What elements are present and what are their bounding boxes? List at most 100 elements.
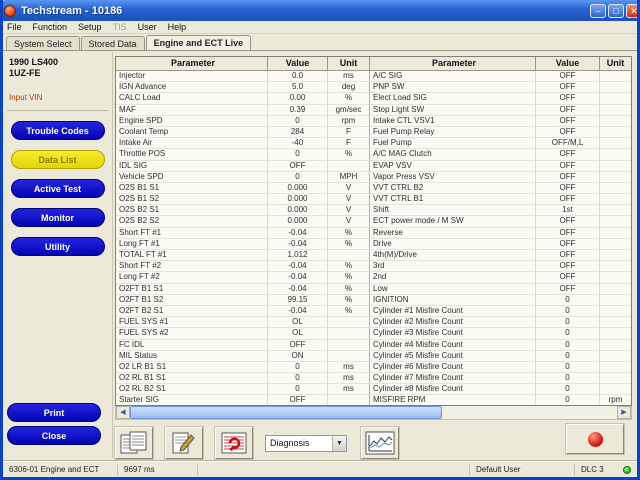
scroll-left-icon[interactable]: ◀ [116, 406, 130, 419]
param-cell: Drive [370, 239, 536, 250]
status-spacer [198, 464, 470, 476]
unit-cell [600, 194, 631, 205]
graph-view-button[interactable] [361, 427, 399, 459]
report-button[interactable] [165, 427, 203, 459]
unit-cell: % [328, 228, 370, 239]
unit-cell: ms [328, 373, 370, 384]
value-cell: OFF [536, 149, 600, 160]
input-vin-link[interactable]: Input VIN [9, 93, 112, 102]
menu-item-tis[interactable]: TIS [113, 22, 127, 32]
print-button[interactable]: Print [7, 403, 101, 422]
horizontal-scrollbar[interactable]: ◀ ▶ [115, 406, 632, 420]
data-list-view-button[interactable] [115, 427, 153, 459]
table-header: Parameter Value Unit Parameter Value Uni… [116, 57, 631, 71]
sidebar-item-data-list[interactable]: Data List [11, 150, 105, 169]
table-row[interactable]: Short FT #1-0.04%ReverseOFF [116, 228, 631, 239]
table-row[interactable]: O2 RL B2 S10msCylinder #8 Misfire Count0 [116, 384, 631, 395]
param-cell: Stop Light SW [370, 105, 536, 116]
table-row[interactable]: O2FT B1 S299.15%IGNITION0 [116, 295, 631, 306]
table-row[interactable]: O2S B1 S20.000VVVT CTRL B1OFF [116, 194, 631, 205]
table-row[interactable]: O2S B2 S10.000VShift1st [116, 205, 631, 216]
menu-item-function[interactable]: Function [33, 22, 68, 32]
param-cell: Reverse [370, 228, 536, 239]
param-cell: Intake CTL VSV1 [370, 116, 536, 127]
table-row[interactable]: O2FT B1 S1-0.04%LowOFF [116, 284, 631, 295]
table-row[interactable]: O2S B1 S10.000VVVT CTRL B2OFF [116, 183, 631, 194]
menu-item-setup[interactable]: Setup [78, 22, 102, 32]
table-row[interactable]: O2S B2 S20.000VECT power mode / M SWOFF [116, 216, 631, 227]
menu-item-help[interactable]: Help [168, 22, 187, 32]
param-cell: IGNITION [370, 295, 536, 306]
table-row[interactable]: Engine SPD0rpmIntake CTL VSV1OFF [116, 116, 631, 127]
unit-cell [600, 306, 631, 317]
tab-system-select[interactable]: System Select [6, 36, 80, 50]
table-row[interactable]: O2 RL B1 S10msCylinder #7 Misfire Count0 [116, 373, 631, 384]
sidebar-item-active-test[interactable]: Active Test [11, 179, 105, 198]
param-cell: Cylinder #3 Misfire Count [370, 328, 536, 339]
param-cell: O2FT B2 S1 [116, 306, 268, 317]
table-row[interactable]: Coolant Temp284FFuel Pump RelayOFF [116, 127, 631, 138]
table-row[interactable]: Vehicle SPD0MPHVapor Press VSVOFF [116, 172, 631, 183]
table-row[interactable]: FUEL SYS #2OLCylinder #3 Misfire Count0 [116, 328, 631, 339]
maximize-icon[interactable]: □ [608, 4, 624, 18]
table-row[interactable]: Long FT #2-0.04%2ndOFF [116, 272, 631, 283]
param-cell: TOTAL FT #1 [116, 250, 268, 261]
header-unit-left: Unit [328, 57, 370, 70]
sidebar-item-trouble-codes[interactable]: Trouble Codes [11, 121, 105, 140]
snapshot-button[interactable] [215, 427, 253, 459]
refresh-list-icon [220, 431, 248, 455]
tab-stored-data[interactable]: Stored Data [81, 36, 145, 50]
table-row[interactable]: O2FT B2 S1-0.04%Cylinder #1 Misfire Coun… [116, 306, 631, 317]
chevron-down-icon[interactable]: ▼ [332, 436, 346, 451]
line-graph-icon [365, 431, 395, 455]
table-row[interactable]: CALC Load0.00%Elect Load SIGOFF [116, 93, 631, 104]
value-cell: OFF [268, 395, 328, 406]
menu-item-file[interactable]: File [7, 22, 22, 32]
table-row[interactable]: Injector0.0msA/C SIGOFF [116, 71, 631, 82]
diagnosis-dropdown[interactable]: Diagnosis ▼ [265, 435, 347, 452]
scrollbar-track[interactable] [130, 406, 617, 419]
sidebar-item-monitor[interactable]: Monitor [11, 208, 105, 227]
table-row[interactable]: FUEL SYS #1OLCylinder #2 Misfire Count0 [116, 317, 631, 328]
tab-engine-and-ect-live[interactable]: Engine and ECT Live [146, 35, 252, 50]
value-cell: 0 [536, 395, 600, 406]
table-row[interactable]: IDL SIGOFFEVAP VSVOFF [116, 161, 631, 172]
sidebar-item-utility[interactable]: Utility [11, 237, 105, 256]
menu-item-user[interactable]: User [138, 22, 157, 32]
unit-cell: V [328, 183, 370, 194]
value-cell: 0 [536, 306, 600, 317]
table-row[interactable]: Long FT #1-0.04%DriveOFF [116, 239, 631, 250]
vehicle-engine: 1UZ-FE [9, 68, 112, 79]
table-row[interactable]: MAF0.39gm/secStop Light SWOFF [116, 105, 631, 116]
scrollbar-thumb[interactable] [130, 406, 442, 419]
table-row[interactable]: Intake Air-40FFuel PumpOFF/M,L [116, 138, 631, 149]
close-button[interactable]: Close [7, 426, 101, 445]
report-pencil-icon [171, 431, 197, 455]
table-row[interactable]: MIL StatusONCylinder #5 Misfire Count0 [116, 351, 631, 362]
minimize-icon[interactable]: – [590, 4, 606, 18]
table-row[interactable]: Throttle POS0%A/C MAG ClutchOFF [116, 149, 631, 160]
record-button[interactable] [566, 424, 624, 454]
param-cell: Elect Load SIG [370, 93, 536, 104]
scroll-right-icon[interactable]: ▶ [617, 406, 631, 419]
table-row[interactable]: TOTAL FT #11.0124th(M)/DriveOFF [116, 250, 631, 261]
close-icon[interactable]: ✕ [626, 4, 640, 18]
unit-cell [600, 205, 631, 216]
unit-cell: V [328, 205, 370, 216]
header-unit-right: Unit [600, 57, 631, 70]
param-cell: IDL SIG [116, 161, 268, 172]
unit-cell [600, 284, 631, 295]
param-cell: A/C MAG Clutch [370, 149, 536, 160]
table-row[interactable]: Short FT #2-0.04%3rdOFF [116, 261, 631, 272]
unit-cell [600, 295, 631, 306]
header-parameter-right: Parameter [370, 57, 536, 70]
unit-cell: F [328, 127, 370, 138]
unit-cell [328, 250, 370, 261]
table-row[interactable]: O2 LR B1 S10msCylinder #6 Misfire Count0 [116, 362, 631, 373]
table-row[interactable]: Starter SIGOFFMISFIRE RPM0rpm [116, 395, 631, 406]
table-row[interactable]: IGN Advance5.0degPNP SWOFF [116, 82, 631, 93]
table-row[interactable]: FC IDLOFFCylinder #4 Misfire Count0 [116, 340, 631, 351]
value-cell: 1.012 [268, 250, 328, 261]
value-cell: OFF [536, 161, 600, 172]
value-cell: ON [268, 351, 328, 362]
